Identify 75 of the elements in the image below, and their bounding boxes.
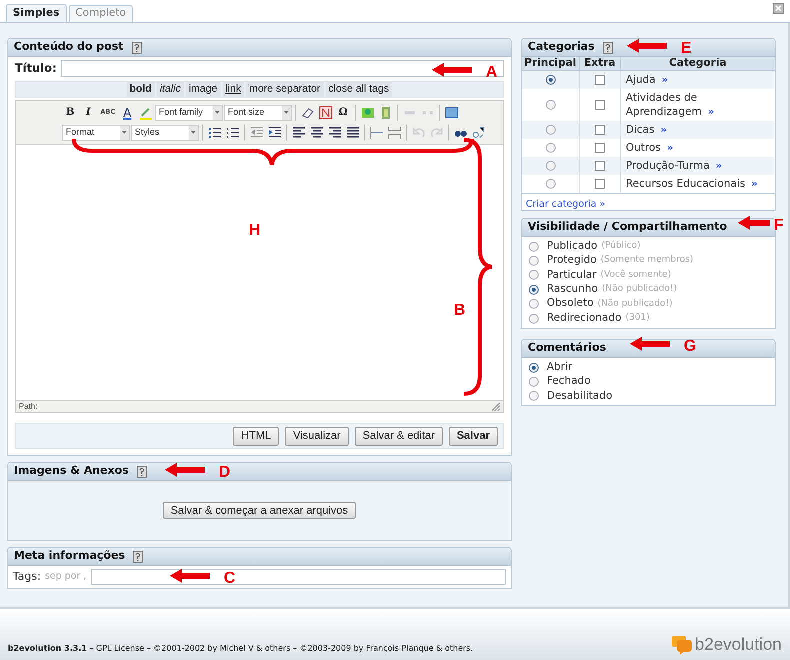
dropdown-label: Font size	[228, 106, 265, 119]
attach-button[interactable]: Salvar & começar a anexar arquivos	[162, 502, 356, 519]
hint-text: sep por ,	[45, 570, 87, 584]
option-label[interactable]: Publicado	[547, 238, 598, 255]
option-label[interactable]: Obsoleto	[547, 296, 594, 312]
column-header: Principal	[522, 57, 580, 70]
field-label: Título:	[15, 60, 57, 77]
create-category-link[interactable]: Criar categoria »	[526, 199, 606, 210]
option-note: (Público)	[602, 240, 641, 253]
column-header: Extra	[580, 57, 621, 70]
quicktag-button[interactable]: link	[222, 82, 244, 98]
panel-title: Categorias	[528, 39, 595, 56]
category-name: Dicas	[626, 124, 655, 136]
column-header: Categoria	[668, 57, 728, 70]
option-label[interactable]: Abrir	[547, 360, 572, 376]
footer-text: b2evolution 3.3.1 – GPL License – ©2001-2002 by Michel V & others – ©2003-2009 by François Planque & others.	[8, 643, 474, 655]
form-button[interactable]: Salvar & editar	[354, 426, 443, 446]
option-label[interactable]: Particular	[547, 268, 597, 284]
category-link[interactable]: »	[660, 125, 668, 136]
category-name: Outros	[626, 142, 662, 154]
form-button[interactable]: Visualizar	[285, 426, 349, 446]
option-note: (301)	[626, 312, 650, 325]
dropdown-label: Font family	[159, 106, 204, 119]
dropdown-label: Styles	[135, 126, 160, 139]
toolbar-button[interactable]: Ω	[335, 104, 352, 122]
category-link[interactable]: »	[667, 143, 674, 154]
toolbar-button[interactable]: I	[80, 104, 97, 122]
option-note: (Não publicado!)	[602, 283, 678, 296]
annotation-label: D	[219, 465, 231, 481]
annotation-label: B	[454, 303, 466, 319]
quicktag-button[interactable]: image	[186, 82, 221, 98]
category-name: Atividades de Aprendizagem	[626, 92, 702, 118]
form-button[interactable]: HTML	[233, 426, 280, 446]
quicktag-button[interactable]: bold	[126, 82, 155, 98]
field-label: Tags:	[13, 568, 42, 585]
option-label[interactable]: Fechado	[547, 374, 591, 390]
annotation-label: F	[774, 218, 784, 234]
category-name: Produção-Turma	[626, 160, 710, 172]
toolbar-dropdown[interactable]: Styles	[131, 124, 199, 141]
quicktag-button[interactable]: more separator	[246, 82, 324, 98]
option-label[interactable]: Redirecionado	[547, 310, 622, 327]
form-button[interactable]: Salvar	[448, 426, 498, 446]
path-label: Path:	[19, 400, 38, 413]
panel-title: Comentários	[528, 340, 606, 356]
toolbar-button[interactable]: B	[62, 104, 79, 122]
option-label[interactable]: Desabilitado	[547, 388, 613, 404]
annotation-label: A	[486, 65, 498, 81]
category-name: Ajuda	[626, 74, 656, 86]
annotation-label: E	[681, 41, 692, 57]
panel-title: Visibilidade / Compartilhamento	[528, 219, 728, 235]
category-link[interactable]: »	[708, 107, 714, 118]
category-link[interactable]: »	[751, 179, 758, 190]
category-link[interactable]: »	[662, 75, 668, 86]
toolbar-dropdown[interactable]: Font family	[155, 104, 223, 121]
option-label[interactable]: Rascunho	[547, 282, 598, 298]
quicktag-button[interactable]: italic	[156, 82, 184, 98]
dropdown-label: Format	[66, 126, 95, 139]
option-label[interactable]: Protegido	[547, 253, 597, 269]
panel-title: Conteúdo do post	[14, 39, 124, 56]
annotation-label: C	[224, 571, 236, 587]
quicktag-button[interactable]: close all tags	[326, 82, 392, 98]
option-note: (Somente membros)	[600, 254, 694, 268]
option-note: (Não publicado!)	[598, 298, 673, 310]
toolbar-dropdown[interactable]: Font size	[224, 104, 292, 121]
toolbar-button[interactable]: A	[119, 104, 136, 122]
option-note: (Você somente)	[600, 268, 672, 282]
toolbar-dropdown[interactable]: Format	[62, 124, 130, 141]
panel-title: Imagens & Anexos	[14, 463, 129, 480]
annotation-label: G	[684, 339, 696, 355]
logo-text: b2evolution	[695, 636, 782, 652]
category-name: Recursos Educacionais	[626, 178, 746, 190]
panel-title: Meta informações	[14, 548, 126, 564]
annotation-label: H	[249, 223, 261, 239]
category-link[interactable]: »	[716, 161, 722, 172]
tab[interactable]: Simples	[6, 4, 67, 22]
